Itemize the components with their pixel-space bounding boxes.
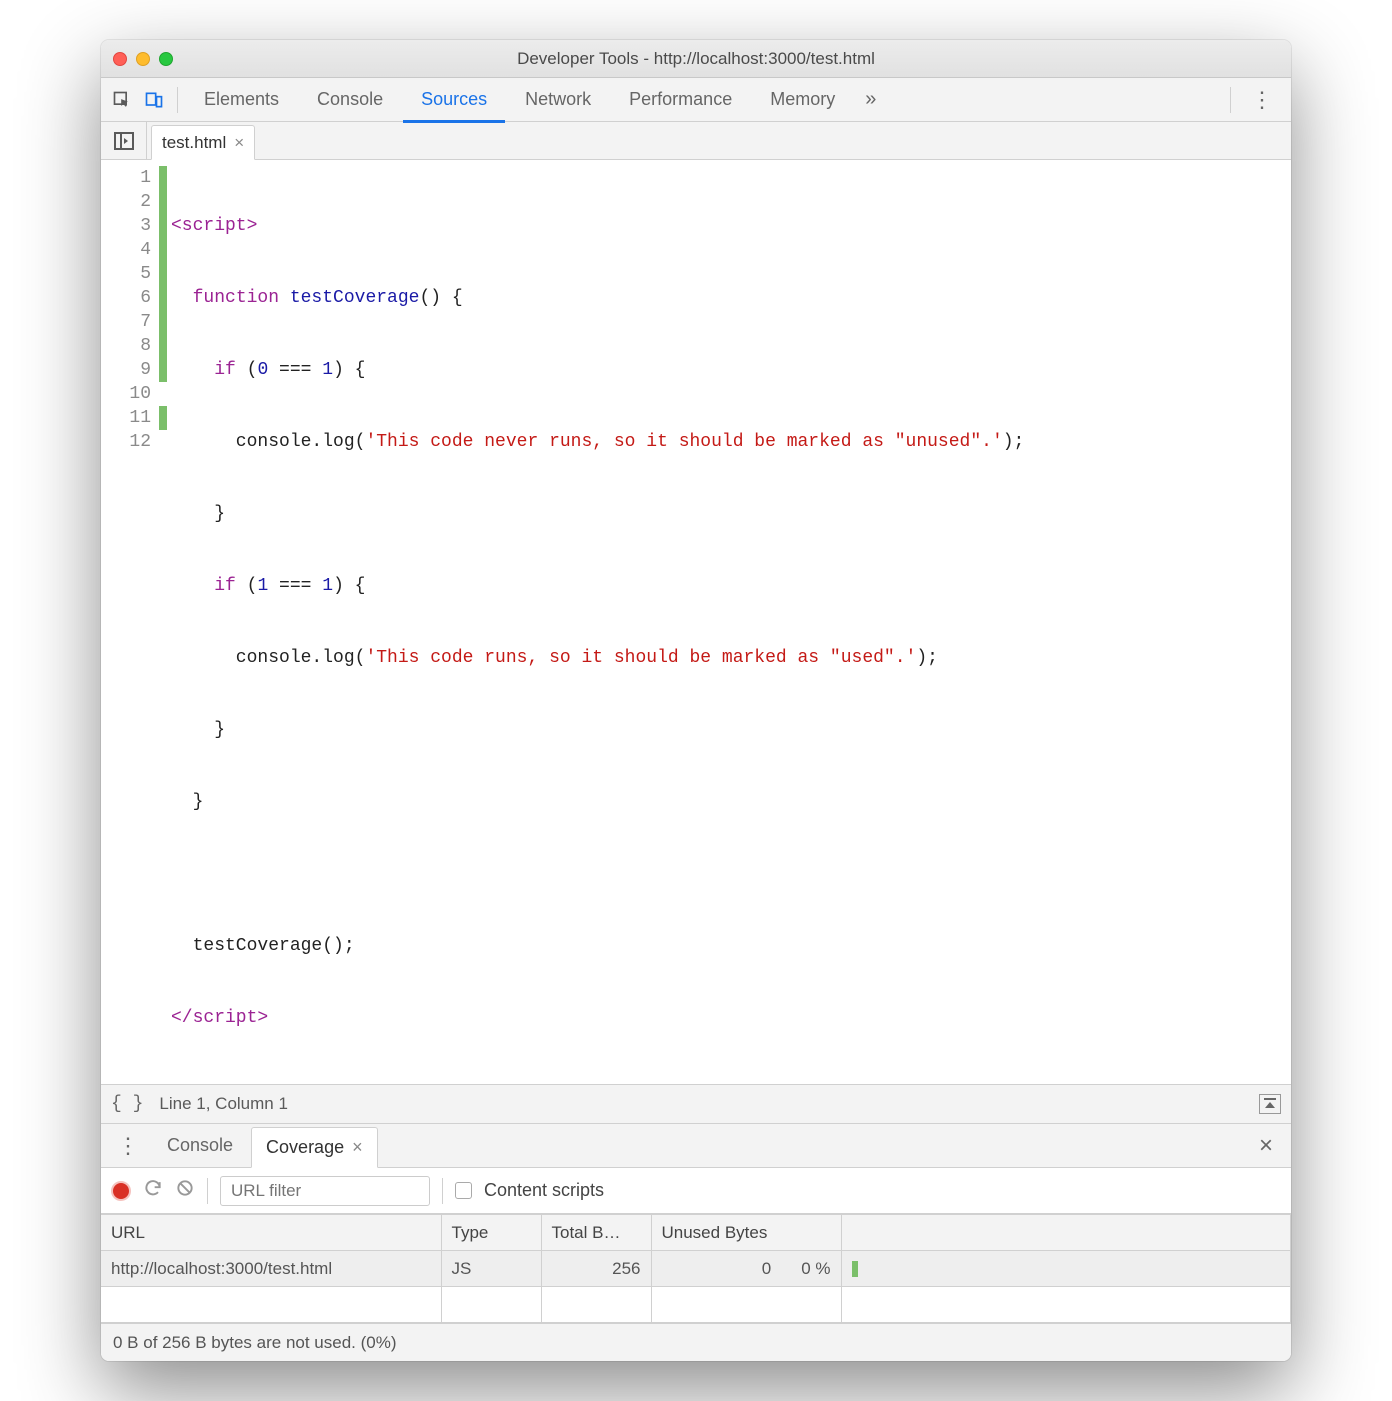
cursor-position: Line 1, Column 1	[159, 1094, 288, 1114]
code-content[interactable]: <script> function testCoverage() { if (0…	[167, 160, 1028, 1084]
file-tab-label: test.html	[162, 133, 226, 153]
tab-sources-label: Sources	[421, 89, 487, 110]
tab-sources[interactable]: Sources	[403, 78, 505, 122]
editor-status-bar: { } Line 1, Column 1	[101, 1084, 1291, 1124]
col-usage-bar[interactable]	[841, 1215, 1291, 1251]
coverage-summary-text: 0 B of 256 B bytes are not used. (0%)	[113, 1333, 397, 1353]
tab-memory[interactable]: Memory	[752, 78, 853, 122]
cell-unused-bytes: 0 0 %	[651, 1251, 841, 1287]
navigator-toggle-icon[interactable]	[101, 122, 147, 159]
devtools-window: Developer Tools - http://localhost:3000/…	[101, 40, 1291, 1361]
pretty-print-icon[interactable]: { }	[111, 1094, 143, 1114]
cell-url: http://localhost:3000/test.html	[101, 1251, 441, 1287]
drawer-tab-coverage-label: Coverage	[266, 1137, 344, 1158]
table-row[interactable]: http://localhost:3000/test.html JS 256 0…	[101, 1251, 1291, 1287]
cell-usage-bar	[841, 1251, 1291, 1287]
divider	[1230, 87, 1231, 113]
file-tab-test-html[interactable]: test.html ×	[151, 125, 255, 160]
active-tab-underline	[403, 120, 505, 123]
table-header-row: URL Type Total B… Unused Bytes	[101, 1215, 1291, 1251]
main-toolbar: Elements Console Sources Network Perform…	[101, 78, 1291, 122]
reload-icon[interactable]	[143, 1178, 163, 1203]
titlebar: Developer Tools - http://localhost:3000/…	[101, 40, 1291, 78]
drawer-tab-coverage[interactable]: Coverage ×	[251, 1127, 378, 1168]
col-total-bytes[interactable]: Total B…	[541, 1215, 651, 1251]
settings-kebab-icon[interactable]: ⋮	[1239, 87, 1285, 113]
tab-network[interactable]: Network	[507, 78, 609, 122]
drawer-tabs: ⋮ Console Coverage × ×	[101, 1124, 1291, 1168]
content-scripts-label: Content scripts	[484, 1180, 604, 1201]
tab-elements[interactable]: Elements	[186, 78, 297, 122]
inspect-element-icon[interactable]	[107, 85, 137, 115]
table-row[interactable]	[101, 1287, 1291, 1323]
content-scripts-checkbox[interactable]	[455, 1182, 472, 1199]
col-unused-bytes[interactable]: Unused Bytes	[651, 1215, 841, 1251]
coverage-toolbar: Content scripts	[101, 1168, 1291, 1214]
url-filter-input[interactable]	[220, 1176, 430, 1206]
divider	[207, 1178, 208, 1204]
coverage-summary: 0 B of 256 B bytes are not used. (0%)	[101, 1323, 1291, 1361]
tab-performance[interactable]: Performance	[611, 78, 750, 122]
col-url[interactable]: URL	[101, 1215, 441, 1251]
close-file-tab-icon[interactable]: ×	[234, 133, 244, 153]
tab-console[interactable]: Console	[299, 78, 401, 122]
line-number-gutter: 123456789101112	[101, 160, 159, 1084]
record-button[interactable]	[111, 1181, 131, 1201]
code-editor[interactable]: 123456789101112 <script> function testCo…	[101, 160, 1291, 1084]
divider	[177, 87, 178, 113]
usage-bar-icon	[852, 1261, 858, 1277]
drawer-tab-console[interactable]: Console	[153, 1124, 247, 1168]
coverage-gutter	[159, 160, 167, 1084]
divider	[442, 1178, 443, 1204]
cell-type: JS	[441, 1251, 541, 1287]
col-type[interactable]: Type	[441, 1215, 541, 1251]
drawer-menu-icon[interactable]: ⋮	[107, 1133, 149, 1159]
clear-icon[interactable]	[175, 1178, 195, 1203]
device-toolbar-icon[interactable]	[139, 85, 169, 115]
file-tabs-row: test.html ×	[101, 122, 1291, 160]
cell-total-bytes: 256	[541, 1251, 651, 1287]
collapse-drawer-icon[interactable]	[1259, 1094, 1281, 1114]
more-tabs-icon[interactable]: »	[855, 88, 886, 111]
coverage-table: URL Type Total B… Unused Bytes http://lo…	[101, 1214, 1291, 1323]
close-coverage-tab-icon[interactable]: ×	[352, 1137, 363, 1158]
close-drawer-icon[interactable]: ×	[1247, 1132, 1285, 1160]
window-title: Developer Tools - http://localhost:3000/…	[101, 49, 1291, 69]
